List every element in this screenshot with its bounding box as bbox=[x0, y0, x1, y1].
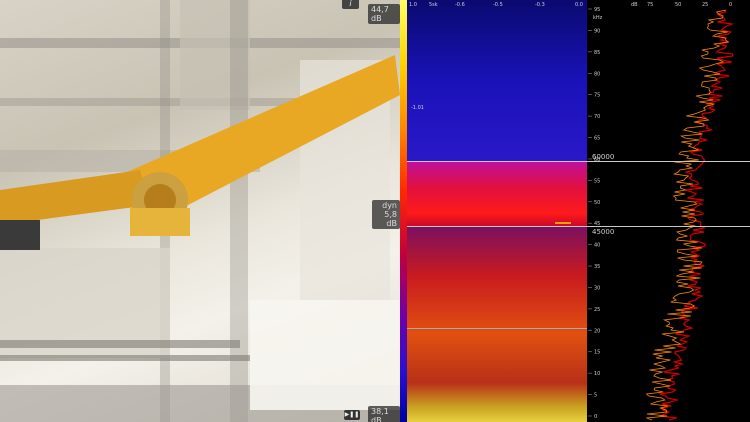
time-tick: -0.3 bbox=[535, 2, 545, 8]
khz-tick: 15 bbox=[594, 350, 600, 356]
khz-tick: 35 bbox=[594, 264, 600, 270]
khz-tick: 40 bbox=[594, 243, 600, 249]
spectrum-trace-red bbox=[657, 9, 735, 421]
camera-scene bbox=[0, 0, 400, 422]
time-marker-line[interactable] bbox=[407, 328, 587, 329]
khz-tick: 95 bbox=[594, 7, 600, 13]
khz-tick: 80 bbox=[594, 71, 600, 77]
level-tick: 0 bbox=[729, 2, 732, 8]
time-tick: 1.0 bbox=[409, 2, 417, 8]
khz-tick: 0 bbox=[594, 414, 597, 420]
khz-tick: 30 bbox=[594, 285, 600, 291]
spectrogram-canvas: 1.0 5sk -0.6 -0.5 -0.3 0.0 -1.01 bbox=[407, 0, 587, 422]
frequency-spectrum-panel[interactable]: dB 75 50 25 0 kHz 95 90 85 80 75 70 65 60 55 50 45… bbox=[587, 0, 750, 422]
time-tick: -0.5 bbox=[493, 2, 503, 8]
frequency-marker-label: 60000 bbox=[592, 153, 615, 161]
khz-tick: 5 bbox=[594, 393, 597, 399]
khz-tick: 65 bbox=[594, 136, 600, 142]
camera-view[interactable]: i 44,7 dB dyn 5,8 dB 38,1 dB ▶❚❚ bbox=[0, 0, 400, 422]
khz-tick: 10 bbox=[594, 371, 600, 377]
dynamic-range-title: dyn bbox=[382, 201, 397, 210]
khz-tick: 20 bbox=[594, 328, 600, 334]
level-tick: 75 bbox=[647, 2, 653, 8]
spectrum-canvas: dB 75 50 25 0 kHz 9590858075706560555045… bbox=[588, 2, 735, 421]
spectrogram-panel[interactable]: 1.0 5sk -0.6 -0.5 -0.3 0.0 -1.01 bbox=[407, 0, 587, 422]
khz-tick: 75 bbox=[594, 93, 600, 99]
level-colorbar bbox=[400, 0, 407, 422]
frequency-marker-label: 45000 bbox=[592, 228, 615, 236]
info-button[interactable]: i bbox=[342, 0, 359, 9]
khz-tick: 90 bbox=[594, 28, 600, 34]
khz-tick: 70 bbox=[594, 114, 600, 120]
play-pause-button[interactable]: ▶❚❚ bbox=[344, 410, 360, 420]
level-max-label: 44,7 dB bbox=[368, 4, 400, 24]
frequency-marker-line[interactable] bbox=[407, 161, 750, 162]
dynamic-range-readout: dyn 5,8 dB bbox=[372, 200, 400, 229]
frequency-marker-line[interactable] bbox=[407, 226, 750, 227]
time-tick: 5sk bbox=[429, 2, 438, 8]
khz-tick: 55 bbox=[594, 178, 600, 184]
khz-tick: 85 bbox=[594, 50, 600, 56]
level-tick: 50 bbox=[675, 2, 681, 8]
khz-unit-label: kHz bbox=[593, 15, 603, 21]
level-tick: 25 bbox=[702, 2, 708, 8]
time-cursor-label: -1.01 bbox=[411, 105, 424, 111]
time-tick: -0.6 bbox=[455, 2, 465, 8]
khz-tick: 50 bbox=[594, 200, 600, 206]
level-min-label: 38,1 dB bbox=[368, 406, 400, 422]
dynamic-range-value: 5,8 dB bbox=[384, 210, 397, 228]
khz-tick: 25 bbox=[594, 307, 600, 313]
level-tick: dB bbox=[631, 2, 638, 8]
spectrum-trace-orange bbox=[645, 9, 730, 421]
time-tick: 0.0 bbox=[575, 2, 583, 8]
